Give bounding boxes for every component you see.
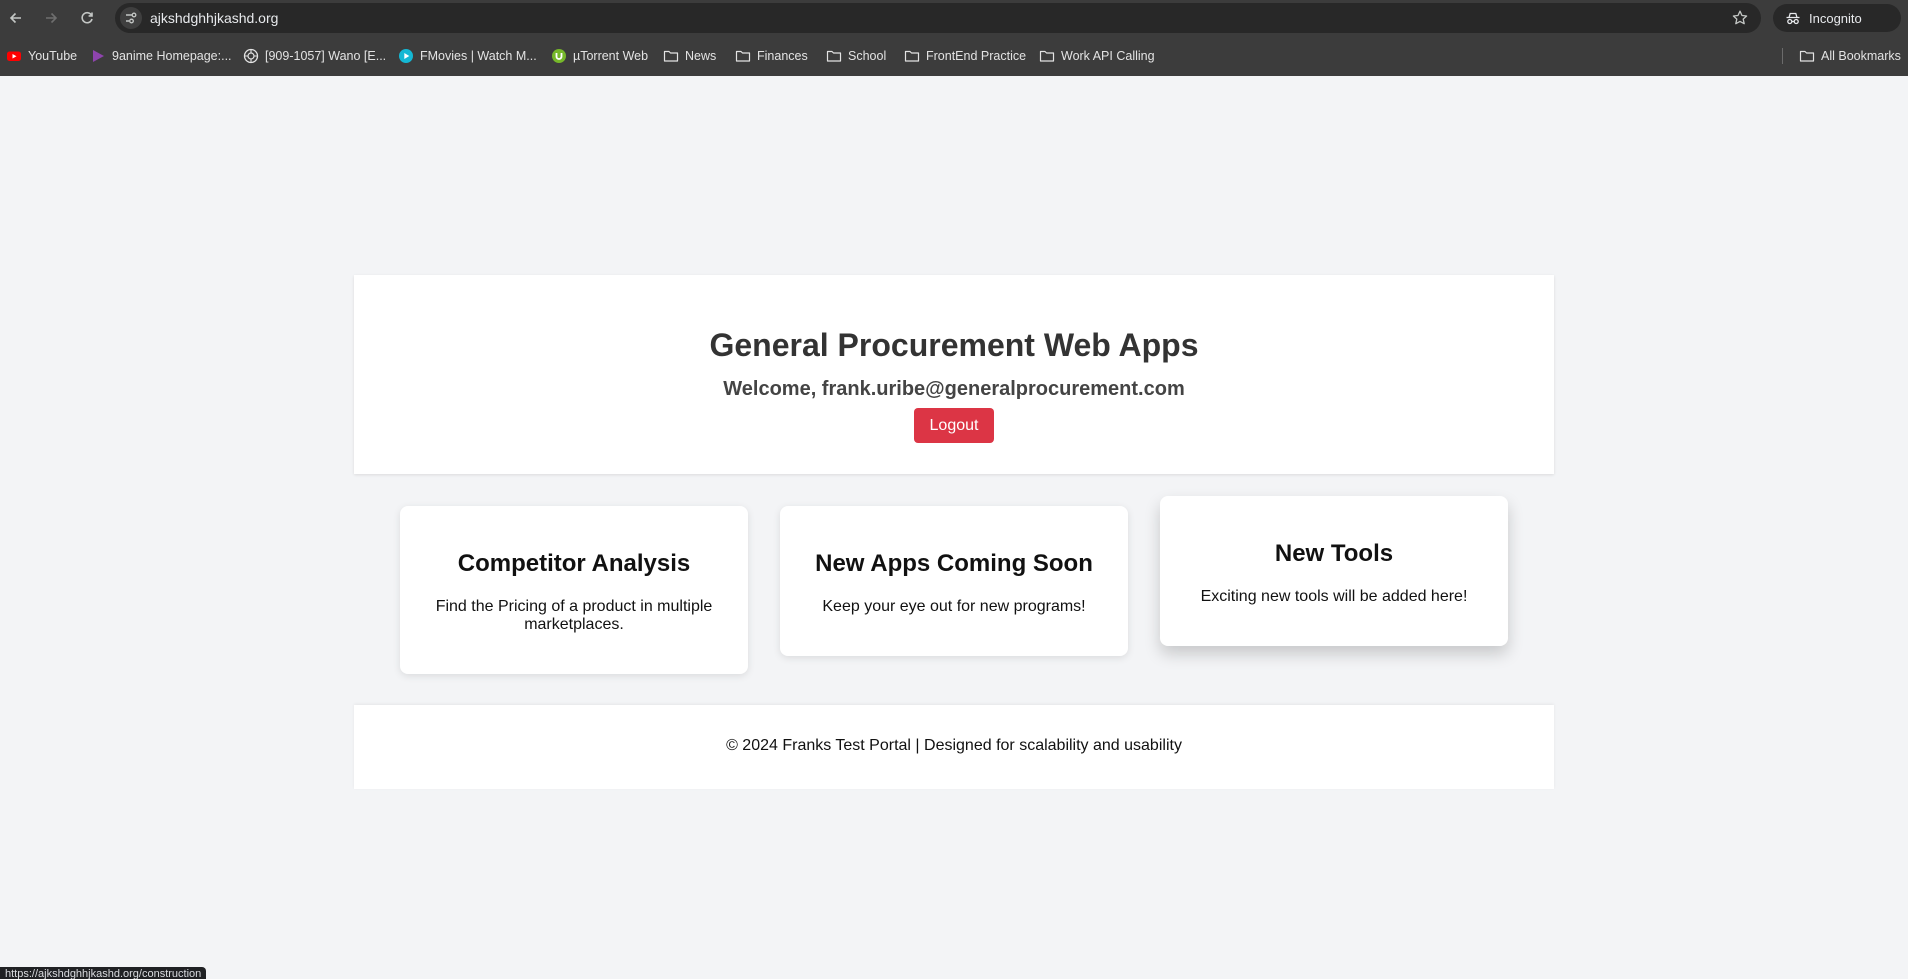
logout-button[interactable]: Logout bbox=[914, 408, 994, 443]
bookmark-label: µTorrent Web bbox=[573, 49, 649, 63]
incognito-label: Incognito bbox=[1809, 10, 1862, 26]
bookmark-folder-frontend-practice[interactable]: FrontEnd Practice bbox=[904, 46, 1026, 66]
browser-toolbar: ajkshdghhjkashd.org Incognito bbox=[0, 0, 1908, 36]
folder-icon bbox=[735, 48, 751, 64]
bookmark-fmovies[interactable]: FMovies | Watch M... bbox=[398, 46, 537, 66]
bookmark-label: Finances bbox=[757, 49, 808, 63]
incognito-icon bbox=[1786, 12, 1800, 25]
bookmark-folder-news[interactable]: News bbox=[663, 46, 716, 66]
bookmark-label: News bbox=[685, 49, 717, 63]
play-triangle-icon bbox=[90, 48, 106, 64]
bookmark-label: 9anime Homepage:... bbox=[112, 49, 232, 63]
globe-icon bbox=[243, 48, 259, 64]
bookmark-youtube[interactable]: YouTube bbox=[6, 46, 77, 66]
folder-icon bbox=[1799, 48, 1815, 64]
card-competitor-analysis[interactable]: Competitor Analysis Find the Pricing of … bbox=[400, 506, 748, 674]
bookmark-label: Work API Calling bbox=[1061, 49, 1155, 63]
bookmark-wano[interactable]: [909-1057] Wano [E... bbox=[243, 46, 386, 66]
bookmark-folder-school[interactable]: School bbox=[826, 46, 886, 66]
back-button[interactable] bbox=[3, 5, 29, 31]
card-title: Competitor Analysis bbox=[457, 550, 691, 577]
youtube-icon bbox=[6, 48, 22, 64]
reload-icon bbox=[81, 11, 93, 24]
card-description: Exciting new tools will be added here! bbox=[1200, 588, 1468, 605]
folder-icon bbox=[663, 48, 679, 64]
site-info-button[interactable] bbox=[120, 7, 142, 29]
bookmark-star-icon[interactable] bbox=[1731, 9, 1749, 27]
arrow-left-icon bbox=[9, 12, 21, 24]
bookmark-folder-finances[interactable]: Finances bbox=[735, 46, 808, 66]
bookmark-9anime[interactable]: 9anime Homepage:... bbox=[90, 46, 232, 66]
tune-icon bbox=[126, 12, 137, 24]
url-text: ajkshdghhjkashd.org bbox=[150, 10, 279, 26]
folder-icon bbox=[826, 48, 842, 64]
bookmark-label: School bbox=[848, 49, 887, 63]
card-new-apps[interactable]: New Apps Coming Soon Keep your eye out f… bbox=[780, 506, 1128, 656]
card-description: Find the Pricing of a product in multipl… bbox=[435, 598, 713, 633]
all-bookmarks-button[interactable]: All Bookmarks bbox=[1799, 46, 1901, 66]
bookmark-folder-work-api[interactable]: Work API Calling bbox=[1039, 46, 1155, 66]
utorrent-icon bbox=[551, 48, 567, 64]
bookmark-utorrent[interactable]: µTorrent Web bbox=[551, 46, 648, 66]
bookmark-label: YouTube bbox=[28, 49, 78, 63]
bookmark-label: [909-1057] Wano [E... bbox=[265, 49, 387, 63]
forward-button[interactable] bbox=[38, 5, 64, 31]
link-status-bubble: https://ajkshdghhjkashd.org/construction bbox=[0, 967, 207, 979]
all-bookmarks-label: All Bookmarks bbox=[1821, 49, 1901, 63]
page-title: General Procurement Web Apps bbox=[709, 327, 1199, 363]
address-bar[interactable]: ajkshdghhjkashd.org bbox=[115, 3, 1761, 33]
card-description: Keep your eye out for new programs! bbox=[822, 598, 1086, 615]
reload-button[interactable] bbox=[74, 5, 100, 31]
arrow-right-icon bbox=[46, 12, 58, 24]
welcome-message: Welcome, frank.uribe@generalprocurement.… bbox=[723, 378, 1185, 400]
bookmark-label: FMovies | Watch M... bbox=[420, 49, 537, 63]
bookmarks-bar: YouTube 9anime Homepage:... [909-1057] W… bbox=[0, 36, 1908, 76]
incognito-indicator[interactable]: Incognito bbox=[1773, 4, 1901, 32]
card-new-tools[interactable]: New Tools Exciting new tools will be add… bbox=[1160, 496, 1508, 646]
card-title: New Tools bbox=[1274, 540, 1394, 567]
folder-icon bbox=[904, 48, 920, 64]
play-circle-icon bbox=[398, 48, 414, 64]
bookmark-label: FrontEnd Practice bbox=[926, 49, 1027, 63]
folder-icon bbox=[1039, 48, 1055, 64]
page-header: General Procurement Web Apps Welcome, fr… bbox=[354, 275, 1554, 474]
page-footer: © 2024 Franks Test Portal | Designed for… bbox=[354, 705, 1554, 789]
card-title: New Apps Coming Soon bbox=[815, 550, 1093, 577]
footer-text: © 2024 Franks Test Portal | Designed for… bbox=[726, 737, 1182, 754]
bookmarks-divider bbox=[1782, 48, 1783, 64]
